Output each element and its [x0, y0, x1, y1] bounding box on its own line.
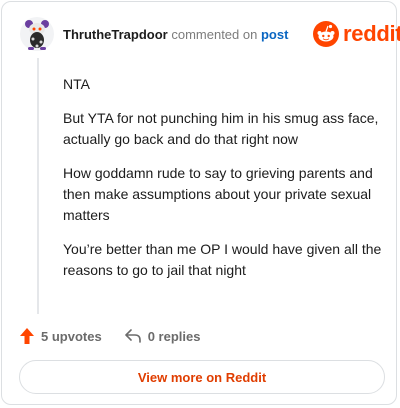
comment-body: NTA But YTA for not punching him in his …	[63, 74, 383, 294]
reddit-logo[interactable]: reddit	[313, 21, 400, 47]
reply-button[interactable]: 0 replies	[124, 328, 201, 344]
commented-on-text: commented on	[171, 27, 258, 42]
comment-actions: 5 upvotes 0 replies	[19, 327, 200, 345]
comment-paragraph: But YTA for not punching him in his smug…	[63, 110, 379, 147]
reddit-alien-icon	[313, 21, 339, 47]
comment-paragraph: How goddamn rude to say to grieving pare…	[63, 165, 373, 223]
upvote-count: 5 upvotes	[41, 328, 102, 344]
view-more-on-reddit-button[interactable]: View more on Reddit	[19, 360, 385, 394]
comment-embed-card: ThrutheTrapdoor commented on post reddit…	[1, 1, 400, 405]
upvote-button[interactable]: 5 upvotes	[19, 327, 102, 345]
reply-arrow-icon	[124, 329, 141, 343]
thread-line	[37, 58, 39, 314]
avatar[interactable]	[19, 16, 55, 52]
view-more-label: View more on Reddit	[137, 369, 267, 385]
snoo-avatar-icon	[20, 17, 54, 51]
reddit-wordmark: reddit	[343, 21, 400, 46]
comment-header: ThrutheTrapdoor commented on post	[63, 27, 288, 43]
post-link[interactable]: post	[261, 27, 288, 42]
reply-count: 0 replies	[147, 328, 201, 344]
comment-paragraph: NTA	[63, 76, 90, 92]
upvote-arrow-icon	[20, 328, 34, 344]
comment-paragraph: You’re better than me OP I would have gi…	[63, 241, 382, 278]
username[interactable]: ThrutheTrapdoor	[63, 27, 168, 42]
